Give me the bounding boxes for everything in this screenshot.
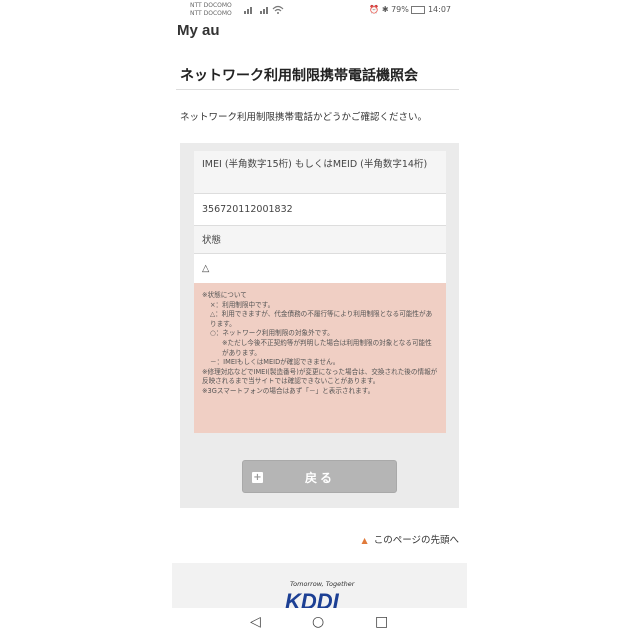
- bluetooth-icon: ✱: [381, 5, 389, 14]
- carrier-labels: NTT DOCOMO NTT DOCOMO: [190, 2, 232, 18]
- note-line: ※修理対応などでIMEI(製造番号)が変更になった場合は、交換された後の情報が反…: [202, 367, 438, 386]
- note-line: ×：利用制限中です。: [210, 300, 275, 309]
- battery-percent: 79%: [391, 5, 409, 14]
- alarm-icon: ⏰: [369, 5, 380, 14]
- wifi-icon: [272, 5, 284, 14]
- result-card: IMEI (半角数字15桁) もしくはMEID (半角数字14桁) 356720…: [194, 151, 446, 285]
- result-panel: IMEI (半角数字15桁) もしくはMEID (半角数字14桁) 356720…: [180, 143, 459, 508]
- carrier-1: NTT DOCOMO: [190, 2, 232, 9]
- page-top-label: このページの先頭へ: [373, 535, 459, 546]
- status-value: △: [194, 254, 446, 285]
- title-divider: [176, 89, 459, 90]
- nav-home-icon[interactable]: ○: [312, 614, 324, 630]
- clock: 14:07: [427, 5, 451, 14]
- note-line: －：IMEIもしくはMEIDが確認できません。: [210, 358, 340, 367]
- nav-recents-icon[interactable]: □: [375, 614, 388, 630]
- imei-label: IMEI (半角数字15桁) もしくはMEID (半角数字14桁): [194, 151, 446, 194]
- status-bar: NTT DOCOMO NTT DOCOMO ⏰ ✱ 79% 14:07: [172, 0, 467, 20]
- brand-logo[interactable]: My au: [177, 22, 220, 39]
- carrier-2: NTT DOCOMO: [190, 10, 232, 17]
- battery-icon: [411, 5, 426, 14]
- note-line: ※3Gスマートフォンの場合はあず「－」と表示されます。: [202, 386, 375, 395]
- page-title: ネットワーク利用制限携帯電話機照会: [180, 68, 418, 84]
- phone-screen: NTT DOCOMO NTT DOCOMO ⏰ ✱ 79% 14:07 My a…: [172, 0, 467, 640]
- intro-text: ネットワーク利用制限携帯電話かどうかご確認ください。: [180, 112, 428, 123]
- footer: Tomorrow, Together KDDI: [172, 563, 467, 613]
- android-nav-bar: ◁ ○ □: [0, 608, 640, 640]
- back-button-label: 戻る: [305, 471, 336, 485]
- nav-back-icon[interactable]: ◁: [250, 614, 261, 630]
- plus-icon: +: [252, 472, 263, 483]
- note-line: ※状態について: [202, 291, 247, 299]
- note-line: △：利用できますが、代金債務の不履行等により利用制限となる可能性があります。: [210, 310, 433, 328]
- imei-value: 356720112001832: [194, 194, 446, 226]
- triangle-up-icon: ▲: [361, 536, 368, 545]
- back-button[interactable]: + 戻る: [242, 460, 397, 493]
- status-label: 状態: [194, 226, 446, 254]
- status-notes: ※状態について ×：利用制限中です。 △：利用できますが、代金債務の不履行等によ…: [194, 283, 446, 433]
- footer-tagline: Tomorrow, Together: [290, 580, 355, 588]
- page-top-link[interactable]: ▲ このページの先頭へ: [362, 532, 459, 546]
- note-line: ○：ネットワーク利用制限の対象外です。: [210, 329, 334, 338]
- note-line: ※ただし今後不正契約等が判明した場合は利用制限の対象となる可能性があります。: [222, 338, 432, 357]
- right-status: ⏰ ✱ 79% 14:07: [369, 5, 451, 14]
